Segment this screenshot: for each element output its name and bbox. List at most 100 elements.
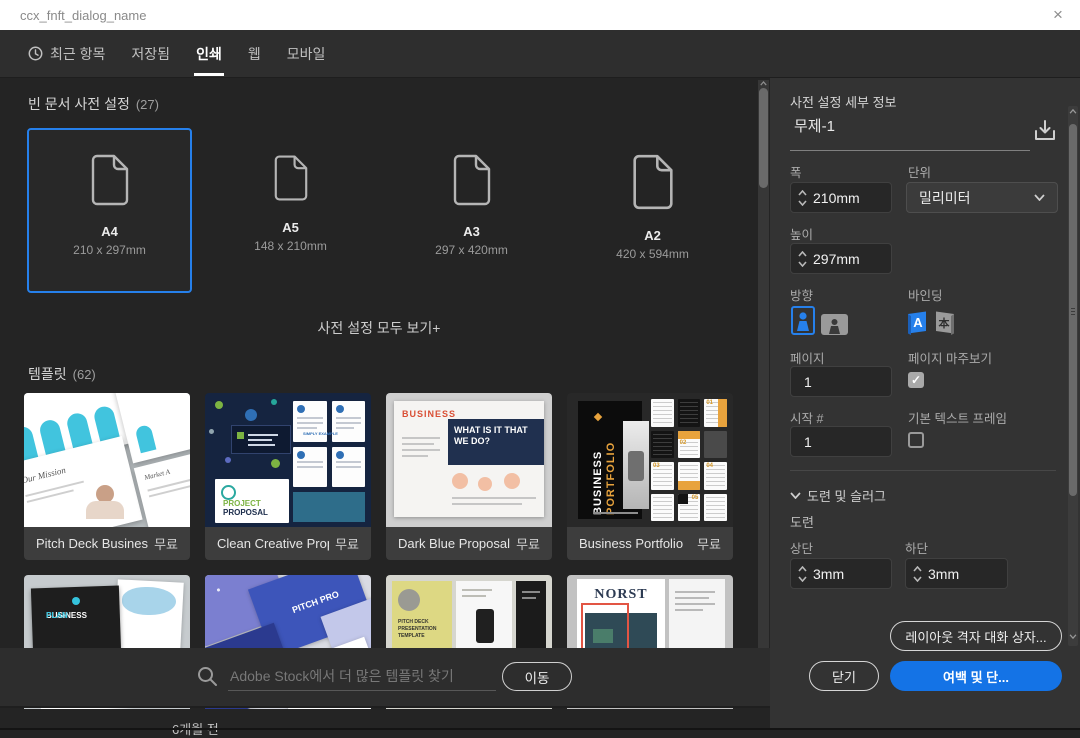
close-icon[interactable]: × bbox=[1046, 3, 1070, 27]
blank-presets-label: 빈 문서 사전 설정 bbox=[28, 96, 130, 112]
stock-search-bar: 이동 bbox=[0, 648, 770, 708]
preset-name: A3 bbox=[389, 224, 554, 239]
bleed-top-stepper[interactable] bbox=[791, 559, 813, 588]
pages-label: 페이지 bbox=[790, 348, 825, 367]
facing-pages-label: 페이지 마주보기 bbox=[908, 348, 992, 367]
thumb-text: PORTFOLIO bbox=[605, 429, 617, 515]
template-card-dark-blue-proposal[interactable]: BUSINESS WHAT IS IT THAT WE DO? Dark Blu… bbox=[386, 393, 552, 560]
layout-grid-dialog-button[interactable]: 레이아웃 격자 대화 상자... bbox=[890, 621, 1062, 651]
download-preset-icon[interactable] bbox=[1032, 118, 1058, 144]
scroll-down-icon[interactable] bbox=[1069, 634, 1077, 639]
preset-a3[interactable]: A3 297 x 420mm bbox=[389, 128, 554, 293]
template-price: 무료 bbox=[697, 534, 721, 553]
preset-a4[interactable]: A4 210 x 297mm bbox=[27, 128, 192, 293]
width-stepper[interactable] bbox=[791, 183, 813, 212]
bleed-top-field[interactable] bbox=[790, 558, 892, 589]
template-card-pitch-deck[interactable]: Business Goal Our Mission Market A Pitch… bbox=[24, 393, 190, 560]
primary-text-frame-checkbox[interactable] bbox=[908, 432, 924, 448]
bleed-slug-section-toggle[interactable]: 도련 및 슬러그 bbox=[790, 486, 886, 505]
details-scrollbar-thumb[interactable] bbox=[1069, 124, 1077, 496]
unit-dropdown[interactable]: 밀리미터 bbox=[906, 182, 1058, 213]
unit-label: 단위 bbox=[908, 162, 931, 181]
template-thumbnail: BUSINESS WHAT IS IT THAT WE DO? bbox=[386, 393, 552, 527]
bleed-bottom-input[interactable] bbox=[928, 566, 998, 582]
height-input[interactable] bbox=[813, 251, 883, 267]
stepper-down-icon[interactable] bbox=[798, 576, 807, 582]
stepper-up-icon[interactable] bbox=[913, 566, 922, 572]
start-number-input[interactable] bbox=[791, 434, 884, 450]
binding-right-icon[interactable]: 本 bbox=[933, 310, 957, 335]
template-caption: Business Portfolio 무료 bbox=[567, 527, 733, 560]
orientation-landscape-icon[interactable] bbox=[821, 314, 848, 335]
templates-count: (62) bbox=[73, 367, 96, 382]
facing-pages-checkbox[interactable]: ✓ bbox=[908, 372, 924, 388]
preset-dimensions: 148 x 210mm bbox=[208, 239, 373, 253]
document-icon bbox=[632, 154, 674, 210]
thumb-text: BUSINESS bbox=[592, 429, 604, 515]
pages-input[interactable] bbox=[791, 374, 884, 390]
preset-a2[interactable]: A2 420 x 594mm bbox=[570, 128, 735, 293]
tab-mobile[interactable]: 모바일 bbox=[287, 30, 326, 77]
tab-web[interactable]: 웹 bbox=[248, 30, 261, 77]
start-number-field[interactable] bbox=[790, 426, 892, 457]
template-price: 무료 bbox=[154, 534, 178, 553]
tab-print[interactable]: 인쇄 bbox=[196, 30, 222, 77]
stepper-down-icon[interactable] bbox=[798, 261, 807, 267]
preset-name: A4 bbox=[29, 224, 190, 239]
templates-label: 템플릿 bbox=[28, 366, 67, 382]
thumb-text: Market A bbox=[144, 468, 171, 482]
stepper-down-icon[interactable] bbox=[913, 576, 922, 582]
stepper-up-icon[interactable] bbox=[798, 190, 807, 196]
template-card-clean-creative[interactable]: SIMPLY EXAMPLE PROJECT PROPOSAL Clean Cr… bbox=[205, 393, 371, 560]
bleed-bottom-label: 하단 bbox=[905, 538, 928, 557]
bleed-top-input[interactable] bbox=[813, 566, 883, 582]
template-caption: Pitch Deck Business... 무료 bbox=[24, 527, 190, 560]
scroll-up-icon[interactable] bbox=[760, 81, 767, 86]
details-scrollbar[interactable] bbox=[1068, 106, 1078, 646]
binding-glyph: A bbox=[913, 315, 923, 330]
template-price: 무료 bbox=[516, 534, 540, 553]
name-underline bbox=[790, 150, 1030, 151]
tab-label: 저장됨 bbox=[131, 44, 170, 64]
thumb-text: WHAT IS IT THAT WE DO? bbox=[448, 419, 544, 465]
stepper-up-icon[interactable] bbox=[798, 566, 807, 572]
document-name-input[interactable] bbox=[792, 116, 1034, 135]
orientation-portrait-icon[interactable] bbox=[791, 306, 815, 335]
bleed-bottom-stepper[interactable] bbox=[906, 559, 928, 588]
main-scrollbar[interactable] bbox=[758, 80, 769, 648]
stepper-up-icon[interactable] bbox=[798, 251, 807, 257]
close-button[interactable]: 닫기 bbox=[809, 661, 879, 691]
stock-search-input[interactable] bbox=[228, 662, 496, 691]
tab-label: 웹 bbox=[248, 44, 261, 64]
main-scrollbar-thumb[interactable] bbox=[759, 88, 768, 188]
template-thumbnail: SIMPLY EXAMPLE PROJECT PROPOSAL bbox=[205, 393, 371, 527]
binding-left-icon[interactable]: A bbox=[905, 310, 929, 335]
thumb-text: 04 bbox=[706, 463, 713, 469]
thumb-text: PROJECT bbox=[223, 499, 261, 508]
document-icon bbox=[91, 154, 129, 206]
height-label: 높이 bbox=[790, 224, 813, 243]
unit-value: 밀리미터 bbox=[919, 188, 971, 208]
thumb-text: NORST bbox=[577, 587, 665, 603]
bleed-bottom-field[interactable] bbox=[905, 558, 1008, 589]
template-name: Pitch Deck Business... bbox=[36, 536, 148, 551]
tab-saved[interactable]: 저장됨 bbox=[131, 30, 170, 77]
clock-icon bbox=[28, 46, 43, 61]
tab-bar: 최근 항목 저장됨 인쇄 웹 모바일 bbox=[0, 30, 1080, 78]
pages-field[interactable] bbox=[790, 366, 892, 397]
tab-recent[interactable]: 최근 항목 bbox=[28, 30, 105, 77]
height-field[interactable] bbox=[790, 243, 892, 274]
stepper-down-icon[interactable] bbox=[798, 200, 807, 206]
orientation-label: 방향 bbox=[790, 285, 813, 304]
template-card-business-portfolio[interactable]: BUSINESS PORTFOLIO ​01 02 03 04 05 bbox=[567, 393, 733, 560]
search-go-button[interactable]: 이동 bbox=[502, 662, 572, 691]
height-stepper[interactable] bbox=[791, 244, 813, 273]
width-input[interactable] bbox=[813, 190, 883, 206]
scroll-up-icon[interactable] bbox=[1069, 109, 1077, 114]
width-field[interactable] bbox=[790, 182, 892, 213]
view-all-presets-link[interactable]: 사전 설정 모두 보기+ bbox=[0, 318, 758, 338]
bleed-top-label: 상단 bbox=[790, 538, 813, 557]
preset-a5[interactable]: A5 148 x 210mm bbox=[208, 128, 373, 293]
margins-columns-button[interactable]: 여백 및 단... bbox=[890, 661, 1062, 691]
thumb-text: Our Mission bbox=[24, 465, 67, 486]
